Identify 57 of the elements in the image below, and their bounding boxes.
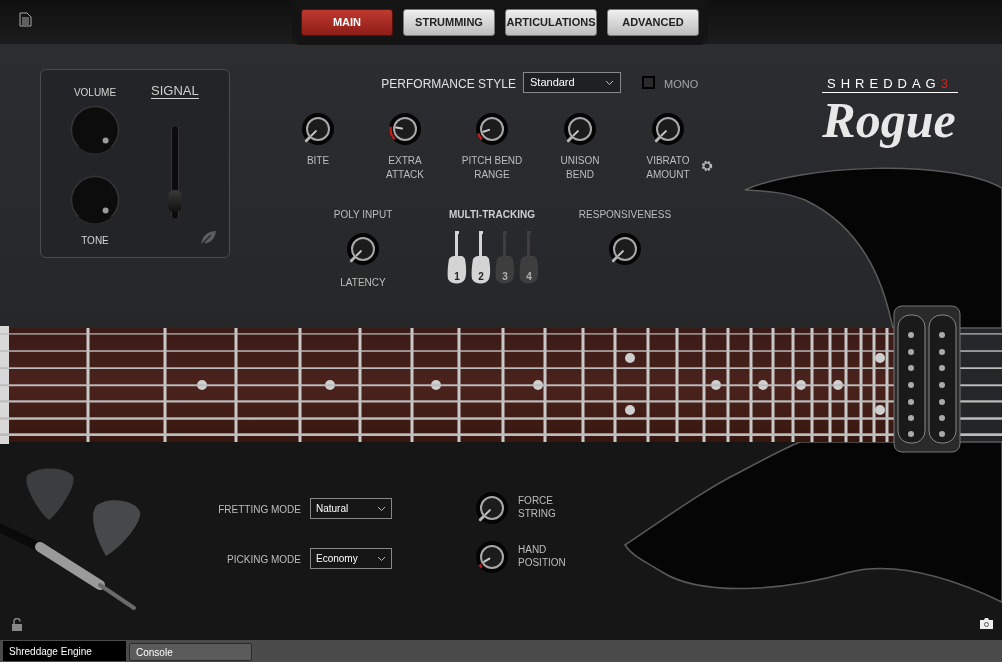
track-toggle[interactable]: 1 <box>447 230 467 286</box>
knob[interactable] <box>651 112 685 146</box>
knob-label: VIBRATO AMOUNT <box>645 154 691 182</box>
performance-style-dropdown[interactable]: Standard <box>523 72 621 93</box>
mono-label: MONO <box>664 77 699 92</box>
knob[interactable] <box>608 232 642 266</box>
knob[interactable] <box>475 540 509 574</box>
product-name: Rogue <box>821 91 957 150</box>
chevron-icon <box>377 555 386 562</box>
knob-label: HAND POSITION <box>518 543 567 569</box>
guitar-pick-drawing <box>23 466 77 522</box>
knob[interactable] <box>388 112 422 146</box>
knob-label: TONE <box>80 234 110 248</box>
knob[interactable] <box>301 112 335 146</box>
dropdown-label: FRETTING MODE <box>217 503 301 517</box>
document-icon[interactable] <box>19 12 32 27</box>
dropdown-value: Standard <box>530 75 575 91</box>
knob-label: LATENCY <box>339 276 387 290</box>
mode-dropdown[interactable]: Economy <box>310 548 392 569</box>
track-toggle[interactable]: 2 <box>471 230 491 286</box>
section-label: RESPONSIVENESS <box>577 208 673 222</box>
knob[interactable] <box>346 232 380 266</box>
track-toggle[interactable]: 4 <box>519 230 539 286</box>
settings-icon[interactable] <box>700 159 714 173</box>
signal-title: SIGNAL <box>151 83 199 99</box>
mode-dropdown[interactable]: Natural <box>310 498 392 519</box>
tab[interactable]: Shreddage Engine <box>3 641 126 661</box>
brand-name: SHREDDAG 3 <box>822 75 958 93</box>
section-label: MULTI-TRACKING <box>448 208 536 222</box>
knob-label: EXTRA ATTACK <box>385 154 425 182</box>
performance-style-label: PERFORMANCE STYLE <box>380 76 516 93</box>
track-toggle[interactable]: 3 <box>495 230 515 286</box>
tab[interactable]: ARTICULATIONS <box>505 9 597 36</box>
section-label: POLY INPUT <box>332 208 394 222</box>
knob-label: PITCH BEND RANGE <box>460 154 524 182</box>
tab[interactable]: MAIN <box>301 9 393 36</box>
knob[interactable] <box>475 112 509 146</box>
knob-label: FORCE STRING <box>518 494 557 520</box>
knob-label: VOLUME <box>72 86 118 100</box>
tab[interactable]: STRUMMING <box>403 9 495 36</box>
chevron-icon <box>605 79 614 86</box>
tab[interactable]: Console <box>129 643 252 661</box>
knob[interactable] <box>475 491 509 525</box>
camera-icon[interactable] <box>979 618 994 629</box>
dropdown-value: Economy <box>316 552 358 566</box>
dropdown-value: Natural <box>316 502 349 516</box>
leaf-icon[interactable] <box>199 229 217 247</box>
mono-checkbox[interactable] <box>642 76 655 89</box>
tab[interactable]: ADVANCED <box>607 9 699 36</box>
knob[interactable] <box>563 112 597 146</box>
knob-label: UNISON BEND <box>559 154 601 182</box>
slider-track[interactable] <box>171 125 179 220</box>
knob-label: BITE <box>305 154 331 168</box>
dropdown-label: PICKING MODE <box>226 553 301 567</box>
chevron-icon <box>377 505 386 512</box>
slider-thumb[interactable] <box>168 190 182 213</box>
lock-icon[interactable] <box>11 618 24 631</box>
